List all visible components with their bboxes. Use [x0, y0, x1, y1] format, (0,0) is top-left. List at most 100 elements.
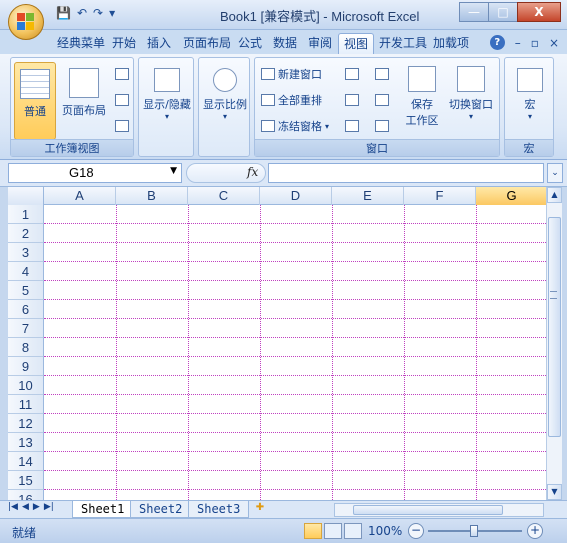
insert-function-icon[interactable]: fx: [247, 165, 258, 179]
column-header-g[interactable]: G: [476, 187, 546, 205]
row-header-12[interactable]: 12: [8, 414, 44, 433]
prev-sheet-icon[interactable]: ◀: [22, 502, 29, 512]
first-sheet-icon[interactable]: |◀: [8, 502, 18, 512]
synchronous-scrolling-icon[interactable]: [375, 94, 389, 106]
row-header-4[interactable]: 4: [8, 262, 44, 281]
tab-classic-menu[interactable]: 经典菜单: [52, 33, 110, 54]
tab-developer[interactable]: 开发工具: [374, 33, 432, 54]
vertical-scroll-thumb[interactable]: [548, 217, 561, 437]
window-controls: — □ X: [459, 2, 561, 22]
row-header-15[interactable]: 15: [8, 471, 44, 490]
sheet-tab-sheet2[interactable]: Sheet2: [130, 501, 192, 518]
select-all-corner[interactable]: [8, 187, 44, 205]
hide-window-icon[interactable]: [345, 94, 359, 106]
ribbon-minimize-icon[interactable]: –: [515, 36, 521, 50]
ribbon-close-icon[interactable]: ×: [549, 36, 559, 50]
freeze-panes-button[interactable]: 冻结窗格 ▾: [261, 118, 329, 134]
new-window-button[interactable]: 新建窗口: [261, 66, 322, 82]
row-header-14[interactable]: 14: [8, 452, 44, 471]
expand-formula-bar-icon[interactable]: ⌄: [547, 163, 563, 183]
tab-insert[interactable]: 插入: [142, 33, 176, 54]
page-break-row-line: [44, 470, 546, 471]
row-header-13[interactable]: 13: [8, 433, 44, 452]
unhide-window-icon[interactable]: [345, 120, 359, 132]
horizontal-scroll-thumb[interactable]: [353, 505, 503, 515]
sheet-tab-sheet3[interactable]: Sheet3: [188, 501, 250, 518]
save-workspace-button[interactable]: 保存 工作区: [401, 62, 443, 142]
maximize-button[interactable]: □: [488, 2, 518, 22]
row-header-10[interactable]: 10: [8, 376, 44, 395]
row-header-1[interactable]: 1: [8, 205, 44, 224]
help-icon[interactable]: ?: [489, 35, 505, 50]
column-header-a[interactable]: A: [44, 187, 116, 205]
normal-view-button[interactable]: 普通: [14, 62, 56, 140]
scroll-down-icon[interactable]: ▼: [547, 484, 562, 500]
column-header-f[interactable]: F: [404, 187, 476, 205]
ribbon-restore-icon[interactable]: ▫: [531, 36, 539, 50]
vertical-scrollbar[interactable]: ▲ ▼: [546, 187, 562, 500]
split-icon[interactable]: [345, 68, 359, 80]
name-box-dropdown-icon[interactable]: ▼: [170, 166, 177, 176]
arrange-all-button[interactable]: 全部重排: [261, 92, 322, 108]
window-group-label: 窗口: [255, 139, 499, 156]
page-break-row-line: [44, 318, 546, 319]
column-header-e[interactable]: E: [332, 187, 404, 205]
column-header-b[interactable]: B: [116, 187, 188, 205]
show-hide-dropdown-icon: ▾: [164, 112, 169, 121]
office-button[interactable]: [8, 4, 44, 40]
horizontal-scrollbar[interactable]: [334, 503, 544, 517]
row-header-5[interactable]: 5: [8, 281, 44, 300]
sheet-tab-sheet1[interactable]: Sheet1: [72, 501, 134, 518]
minimize-button[interactable]: —: [459, 2, 489, 22]
row-header-11[interactable]: 11: [8, 395, 44, 414]
zoom-slider-thumb[interactable]: [470, 525, 478, 537]
undo-icon[interactable]: ↶: [77, 6, 87, 20]
view-side-by-side-icon[interactable]: [375, 68, 389, 80]
normal-view-status-icon[interactable]: [304, 523, 322, 539]
tab-add-ins[interactable]: 加载项: [428, 33, 474, 54]
row-header-7[interactable]: 7: [8, 319, 44, 338]
tab-formulas[interactable]: 公式: [233, 33, 267, 54]
worksheet-grid[interactable]: ABCDEFG 1 2 3 4 5 6 7 8 9 10 11 12 13 14 15 16: [8, 187, 546, 500]
reset-window-position-icon[interactable]: [375, 120, 389, 132]
zoom-button[interactable]: 显示比例 ▾: [200, 62, 250, 142]
zoom-out-icon[interactable]: −: [408, 523, 424, 539]
formula-input[interactable]: [268, 163, 544, 183]
zoom-in-icon[interactable]: +: [527, 523, 543, 539]
last-sheet-icon[interactable]: ▶|: [44, 502, 54, 512]
column-headers: ABCDEFG: [8, 187, 546, 205]
insert-sheet-icon[interactable]: ✚: [250, 502, 270, 517]
close-button[interactable]: X: [517, 2, 561, 22]
full-screen-icon[interactable]: [115, 120, 129, 132]
save-icon[interactable]: 💾: [56, 6, 71, 20]
page-break-status-icon[interactable]: [344, 523, 362, 539]
row-header-16[interactable]: 16: [8, 490, 44, 500]
page-break-preview-icon[interactable]: [115, 68, 129, 80]
formula-bar: G18 ▼ fx ⌄: [0, 160, 567, 187]
row-header-3[interactable]: 3: [8, 243, 44, 262]
show-hide-button[interactable]: 显示/隐藏 ▾: [141, 62, 193, 142]
tab-data[interactable]: 数据: [268, 33, 302, 54]
row-header-8[interactable]: 8: [8, 338, 44, 357]
tab-page-layout[interactable]: 页面布局: [178, 33, 236, 54]
tab-home[interactable]: 开始: [107, 33, 141, 54]
column-header-d[interactable]: D: [260, 187, 332, 205]
redo-icon[interactable]: ↷: [93, 6, 103, 20]
row-header-9[interactable]: 9: [8, 357, 44, 376]
custom-views-icon[interactable]: [115, 94, 129, 106]
tab-review[interactable]: 审阅: [303, 33, 337, 54]
page-layout-view-button[interactable]: 页面布局: [58, 62, 110, 140]
row-header-6[interactable]: 6: [8, 300, 44, 319]
switch-windows-button[interactable]: 切换窗口 ▾: [445, 62, 497, 142]
column-header-c[interactable]: C: [188, 187, 260, 205]
macros-button[interactable]: 宏 ▾: [507, 62, 553, 140]
name-box[interactable]: G18 ▼: [8, 163, 182, 183]
tab-view[interactable]: 视图: [338, 33, 375, 54]
zoom-level[interactable]: 100%: [368, 524, 402, 538]
row-header-2[interactable]: 2: [8, 224, 44, 243]
scroll-up-icon[interactable]: ▲: [547, 187, 562, 203]
customize-qat-icon[interactable]: ▾: [109, 6, 115, 20]
next-sheet-icon[interactable]: ▶: [33, 502, 40, 512]
page-layout-status-icon[interactable]: [324, 523, 342, 539]
cell-area[interactable]: [44, 205, 546, 500]
